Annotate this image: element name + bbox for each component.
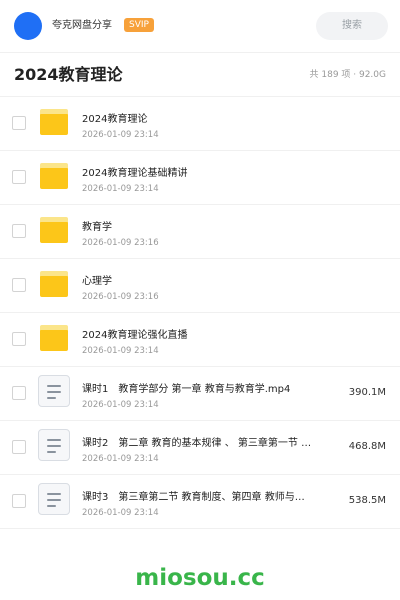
item-date: 2026-01-09 23:14 xyxy=(82,508,159,518)
video-file-icon xyxy=(38,483,70,515)
select-checkbox[interactable] xyxy=(12,332,26,346)
select-checkbox[interactable] xyxy=(12,116,26,130)
folder-icon xyxy=(40,325,68,351)
item-date: 2026-01-09 23:14 xyxy=(82,454,159,464)
file-row[interactable]: 课时1 教育学部分 第一章 教育与教育学.mp4 2026-01-09 23:14… xyxy=(0,367,400,421)
file-row[interactable]: 课时2 第二章 教育的基本规律 、 第三章第一节 教育目的.mp4 2026-01… xyxy=(0,421,400,475)
svip-badge: SVIP xyxy=(124,18,154,32)
folder-icon xyxy=(40,271,68,297)
item-name: 课时1 教育学部分 第一章 教育与教育学.mp4 xyxy=(82,384,291,395)
search-input[interactable]: 搜索 xyxy=(316,12,388,40)
folder-row[interactable]: 2024教育理论基础精讲 2026-01-09 23:14 xyxy=(0,151,400,205)
item-name: 心理学 xyxy=(82,276,112,287)
item-size: 538.5M xyxy=(348,495,386,506)
item-date: 2026-01-09 23:14 xyxy=(82,184,159,194)
item-name: 2024教育理论强化直播 xyxy=(82,330,188,341)
item-size: 468.8M xyxy=(348,441,386,452)
item-date: 2026-01-09 23:14 xyxy=(82,346,159,356)
top-bar: 夸克网盘分享 SVIP 搜索 xyxy=(0,0,400,53)
page-title: 2024教育理论 xyxy=(14,65,123,84)
item-date: 2026-01-09 23:14 xyxy=(82,400,159,410)
select-checkbox[interactable] xyxy=(12,224,26,238)
select-checkbox[interactable] xyxy=(12,278,26,292)
item-summary: 共 189 项 · 92.0G xyxy=(309,70,387,80)
folder-row[interactable]: 教育学 2026-01-09 23:16 xyxy=(0,205,400,259)
folder-row[interactable]: 2024教育理论强化直播 2026-01-09 23:14 xyxy=(0,313,400,367)
select-checkbox[interactable] xyxy=(12,494,26,508)
item-name: 课时3 第三章第二节 教育制度、第四章 教师与学生.mp4 xyxy=(82,492,314,503)
item-name: 2024教育理论 xyxy=(82,114,148,125)
item-name: 课时2 第二章 教育的基本规律 、 第三章第一节 教育目的.mp4 xyxy=(82,438,314,449)
item-name: 2024教育理论基础精讲 xyxy=(82,168,188,179)
folder-icon xyxy=(40,109,68,135)
user-name: 夸克网盘分享 xyxy=(52,20,112,31)
select-checkbox[interactable] xyxy=(12,386,26,400)
file-list: 2024教育理论 2026-01-09 23:14 2024教育理论基础精讲 2026… xyxy=(0,97,400,529)
folder-row[interactable]: 2024教育理论 2026-01-09 23:14 xyxy=(0,97,400,151)
file-row[interactable]: 课时3 第三章第二节 教育制度、第四章 教师与学生.mp4 2026-01-09 … xyxy=(0,475,400,529)
folder-icon xyxy=(40,163,68,189)
video-file-icon xyxy=(38,375,70,407)
select-checkbox[interactable] xyxy=(12,170,26,184)
item-date: 2026-01-09 23:14 xyxy=(82,130,159,140)
item-size: 390.1M xyxy=(348,387,386,398)
item-date: 2026-01-09 23:16 xyxy=(82,238,159,248)
item-date: 2026-01-09 23:16 xyxy=(82,292,159,302)
watermark: miosou.cc xyxy=(135,565,265,591)
video-file-icon xyxy=(38,429,70,461)
folder-icon xyxy=(40,217,68,243)
avatar[interactable] xyxy=(14,12,42,40)
select-checkbox[interactable] xyxy=(12,440,26,454)
folder-header: 2024教育理论 共 189 项 · 92.0G xyxy=(0,52,400,97)
item-name: 教育学 xyxy=(82,222,112,233)
folder-row[interactable]: 心理学 2026-01-09 23:16 xyxy=(0,259,400,313)
